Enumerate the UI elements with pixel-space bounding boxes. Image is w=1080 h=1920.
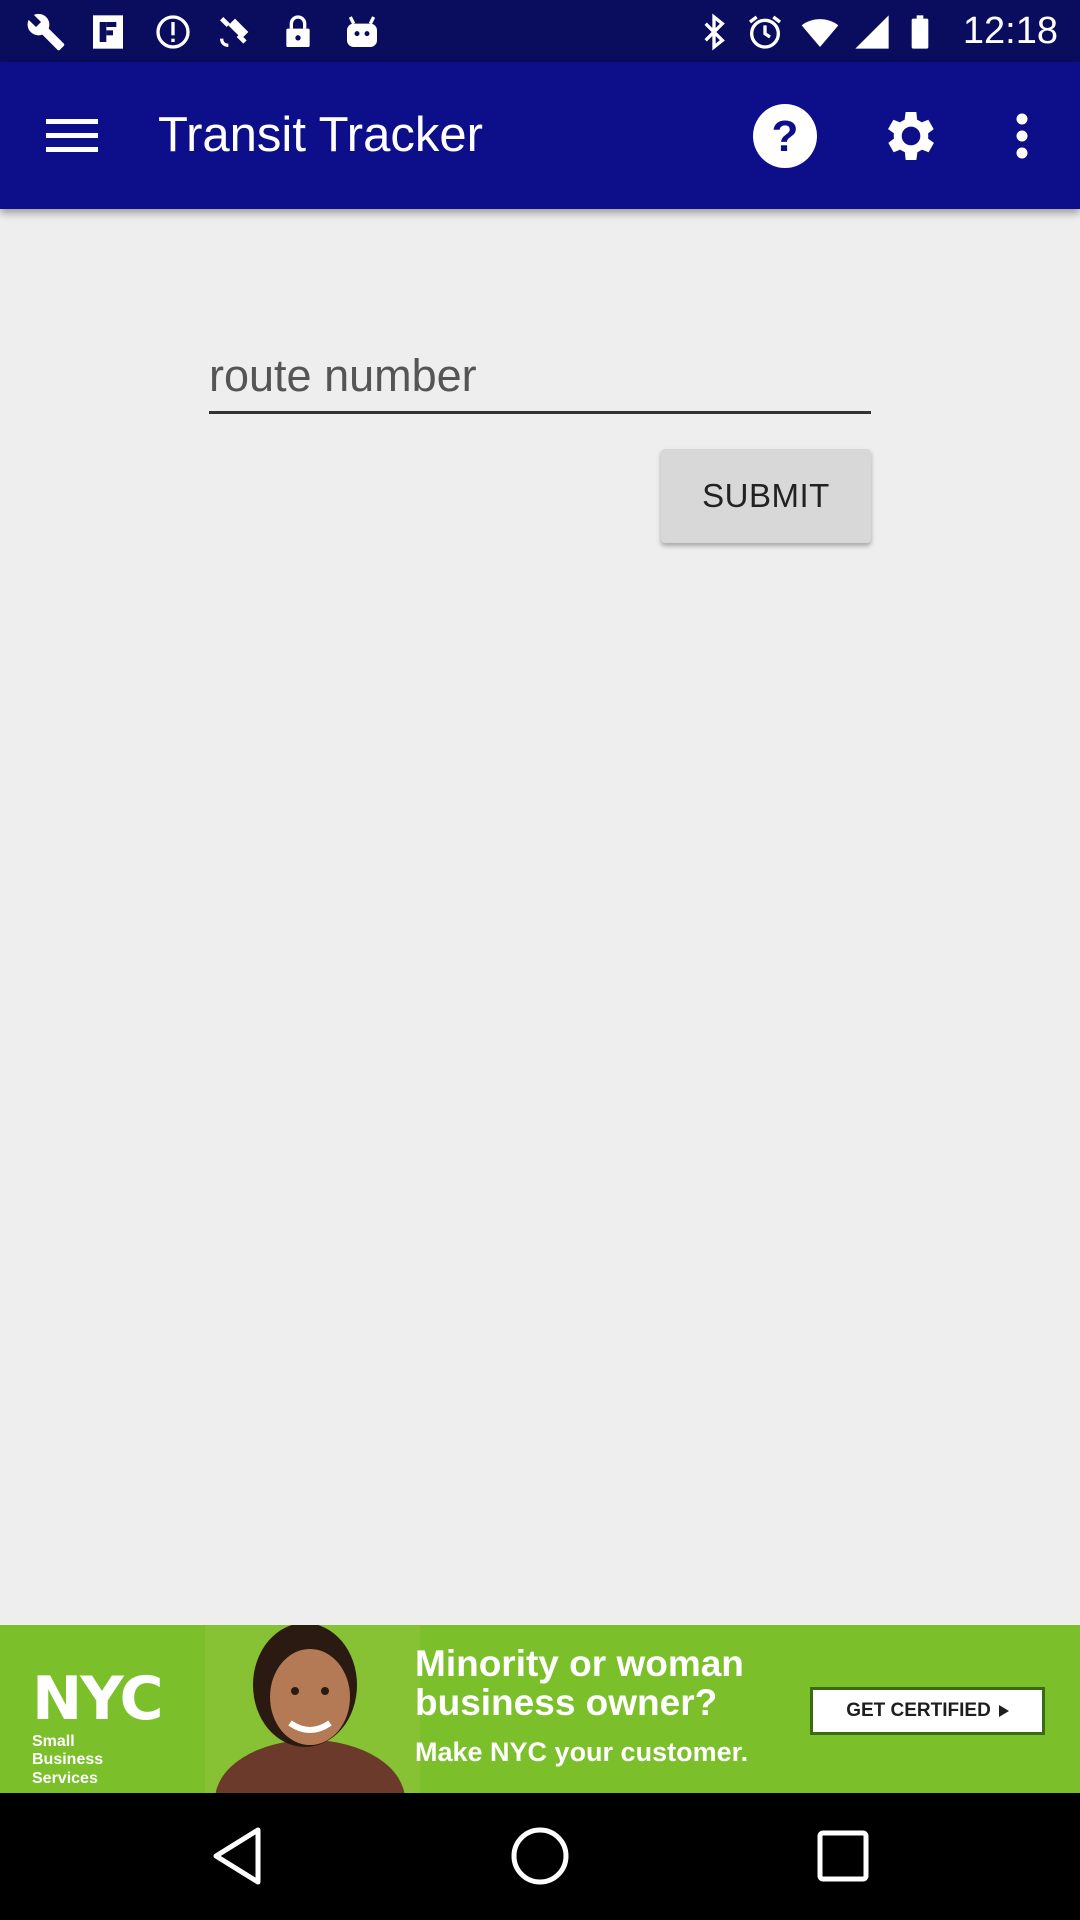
menu-icon — [46, 119, 98, 152]
battery-icon — [911, 15, 929, 49]
lock-icon — [286, 15, 310, 47]
route-number-input[interactable] — [209, 340, 871, 411]
play-arrow-icon — [998, 1705, 1009, 1717]
submit-button[interactable]: SUBMIT — [661, 449, 871, 543]
navigation-bar — [0, 1793, 1080, 1920]
ad-headline: Minority or woman business owner? — [415, 1643, 744, 1723]
help-button[interactable]: ? — [749, 100, 821, 172]
overflow-menu-button[interactable] — [986, 100, 1058, 172]
android-icon — [347, 16, 377, 47]
ad-cta-button[interactable]: GET CERTIFIED — [810, 1687, 1045, 1735]
route-input-container — [209, 340, 871, 414]
satellite-icon — [220, 17, 249, 47]
back-button[interactable] — [202, 1821, 272, 1891]
data-saver-icon — [156, 15, 190, 49]
app-bar: Transit Tracker ? — [0, 62, 1080, 209]
ad-person-photo — [205, 1625, 420, 1793]
recents-button[interactable] — [808, 1821, 878, 1891]
overflow-icon — [1016, 113, 1028, 159]
signal-icon — [855, 15, 889, 49]
alarm-icon — [749, 15, 781, 49]
fake-gps-icon — [93, 15, 123, 49]
ad-subline: Make NYC your customer. — [415, 1737, 749, 1767]
svg-text:?: ? — [772, 112, 799, 161]
back-icon — [213, 1827, 261, 1885]
menu-button[interactable] — [36, 100, 108, 172]
home-icon — [511, 1827, 569, 1885]
settings-button[interactable] — [875, 100, 947, 172]
status-time: 12:18 — [962, 10, 1058, 52]
recents-icon — [817, 1830, 869, 1882]
bluetooth-icon — [704, 13, 725, 51]
ad-logo: NYC Small Business Services — [32, 1664, 164, 1787]
wifi-icon — [801, 19, 839, 47]
ad-banner[interactable]: NYC Small Business Services Minority or … — [0, 1625, 1080, 1793]
home-button[interactable] — [505, 1821, 575, 1891]
app-title: Transit Tracker — [158, 108, 483, 162]
wrench-icon — [27, 13, 65, 51]
status-bar: 12:18 — [0, 0, 1080, 62]
settings-icon — [888, 112, 934, 160]
help-icon: ? — [753, 104, 817, 168]
